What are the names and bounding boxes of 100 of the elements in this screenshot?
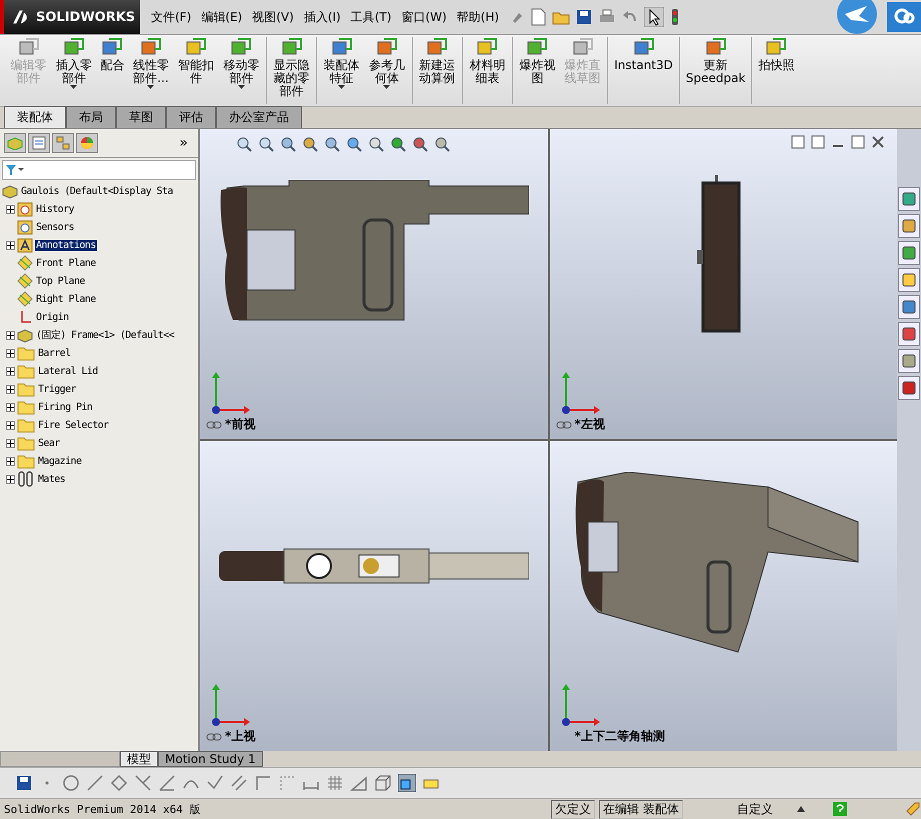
expand-toggle[interactable] (6, 420, 15, 430)
tree-item[interactable]: Lateral Lid (37, 366, 99, 376)
close-icon[interactable] (871, 135, 885, 149)
printer-icon[interactable] (598, 9, 616, 25)
expand-toggle[interactable] (6, 348, 15, 358)
command-button[interactable]: 新建运动算例 (414, 37, 460, 104)
command-button[interactable]: 装配体特征 (319, 37, 364, 104)
tree-item[interactable]: Gaulois (Default<Display Sta (20, 186, 174, 196)
triangle-icon[interactable] (350, 774, 368, 792)
save-icon[interactable] (576, 9, 592, 25)
tree-item[interactable]: Trigger (37, 384, 77, 394)
expand-toggle[interactable] (6, 366, 15, 376)
units-selector[interactable]: 自定义 (687, 800, 793, 818)
help-icon[interactable] (833, 802, 847, 816)
more-button[interactable]: » (173, 134, 194, 152)
line-icon[interactable] (86, 774, 104, 792)
tab[interactable]: 布局 (66, 106, 116, 128)
expand-toggle[interactable] (6, 402, 15, 412)
wireframe-cube-icon[interactable] (374, 774, 392, 792)
menu-item[interactable]: 文件(F) (148, 6, 194, 28)
zoom-area-icon[interactable] (258, 136, 274, 152)
task-pane-button[interactable] (898, 268, 920, 292)
tree-item[interactable]: Magazine (37, 456, 82, 466)
new-document-icon[interactable] (530, 8, 546, 26)
expand-toggle[interactable] (6, 456, 15, 466)
viewport[interactable]: *前视 (200, 129, 548, 439)
expand-toggle[interactable] (6, 384, 15, 394)
tree-item[interactable]: Barrel (37, 348, 72, 358)
menu-item[interactable]: 帮助(H) (454, 6, 502, 28)
menu-item[interactable]: 视图(V) (249, 6, 297, 28)
tree-item[interactable]: Fire Selector (37, 420, 110, 430)
shaded-cube-icon[interactable] (398, 774, 416, 792)
zoom-fit-icon[interactable] (236, 136, 252, 152)
menu-item[interactable]: 工具(T) (348, 6, 394, 28)
traffic-light-icon[interactable] (670, 8, 680, 26)
command-button[interactable]: 拍快照 (754, 37, 798, 104)
tree-item[interactable]: Sear (37, 438, 61, 448)
task-pane-button[interactable] (898, 322, 920, 346)
parallel-lines-icon[interactable] (230, 774, 248, 792)
tab[interactable]: 装配体 (4, 106, 66, 128)
tab[interactable]: 评估 (166, 106, 216, 128)
paperclip-icon (17, 471, 35, 487)
viewport[interactable]: *左视 (550, 129, 897, 439)
caret-up-icon[interactable] (797, 806, 805, 812)
command-button[interactable]: 参考几何体 (364, 37, 410, 104)
expand-toggle[interactable] (6, 474, 15, 484)
viewport[interactable]: *上视 (200, 441, 548, 751)
task-pane-button[interactable] (898, 295, 920, 319)
command-button[interactable]: 爆炸视图 (514, 37, 560, 104)
tree-item[interactable]: Annotations (35, 240, 97, 250)
expand-toggle[interactable] (6, 330, 15, 340)
command-button[interactable]: Instant3D (610, 37, 677, 104)
corner-icon[interactable] (254, 774, 272, 792)
tree-item[interactable]: Sensors (35, 222, 75, 232)
tab[interactable]: 草图 (116, 106, 166, 128)
tree-item[interactable]: Top Plane (35, 276, 86, 286)
property-tab[interactable] (28, 133, 50, 153)
viewport[interactable]: *上下二等角轴测 (550, 441, 897, 751)
trim-icon[interactable] (134, 774, 152, 792)
task-pane-button[interactable] (898, 187, 920, 211)
expand-toggle[interactable] (6, 240, 15, 250)
bottom-tab[interactable]: 模型 (120, 751, 158, 767)
menu-item[interactable]: 插入(I) (300, 6, 344, 28)
tree-item[interactable]: (固定) Frame<1> (Default<< (35, 328, 176, 342)
bottom-tab[interactable]: Motion Study 1 (158, 751, 263, 767)
cursor-icon[interactable] (644, 7, 664, 27)
appearance-tab[interactable] (76, 133, 98, 153)
tag-icon[interactable] (905, 801, 921, 817)
filter-field[interactable] (2, 160, 196, 180)
check-mark-icon[interactable] (206, 774, 224, 792)
task-pane-button[interactable] (898, 214, 920, 238)
expand-toggle[interactable] (6, 438, 15, 448)
tree-item[interactable]: Mates (37, 474, 66, 484)
command-button[interactable]: 移动零部件 (218, 37, 264, 104)
menu-item[interactable]: 编辑(E) (198, 6, 246, 28)
tree-item[interactable]: History (35, 204, 75, 214)
grid-icon[interactable] (326, 774, 344, 792)
task-pane-button[interactable] (898, 349, 920, 373)
angle-icon[interactable] (158, 774, 176, 792)
save-icon[interactable] (16, 775, 32, 791)
menu-item[interactable]: 窗口(W) (398, 6, 450, 28)
tree-item[interactable]: Front Plane (35, 258, 97, 268)
command-button[interactable]: 智能扣件 (174, 37, 219, 104)
command-button[interactable]: 线性零部件... (128, 37, 174, 104)
circle-icon[interactable] (62, 774, 80, 792)
tree-item[interactable]: Right Plane (35, 294, 97, 304)
tab[interactable]: 办公室产品 (216, 106, 302, 128)
command-button[interactable]: 显示隐藏的零部件 (268, 37, 314, 104)
task-pane-button[interactable] (898, 376, 920, 400)
command-button[interactable]: 插入零部件 (51, 37, 96, 104)
command-button[interactable]: 材料明细表 (464, 37, 510, 104)
configuration-tab[interactable] (52, 133, 74, 153)
tree-item[interactable]: Origin (35, 312, 70, 322)
expand-toggle[interactable] (6, 204, 15, 214)
command-button[interactable]: 配合 (96, 37, 128, 104)
command-button[interactable]: 更新Speedpak (682, 37, 750, 104)
task-pane-button[interactable] (898, 241, 920, 265)
dotted-corner-icon[interactable] (278, 774, 296, 792)
polygon-icon[interactable] (110, 774, 128, 792)
tree-item[interactable]: Firing Pin (37, 402, 94, 412)
